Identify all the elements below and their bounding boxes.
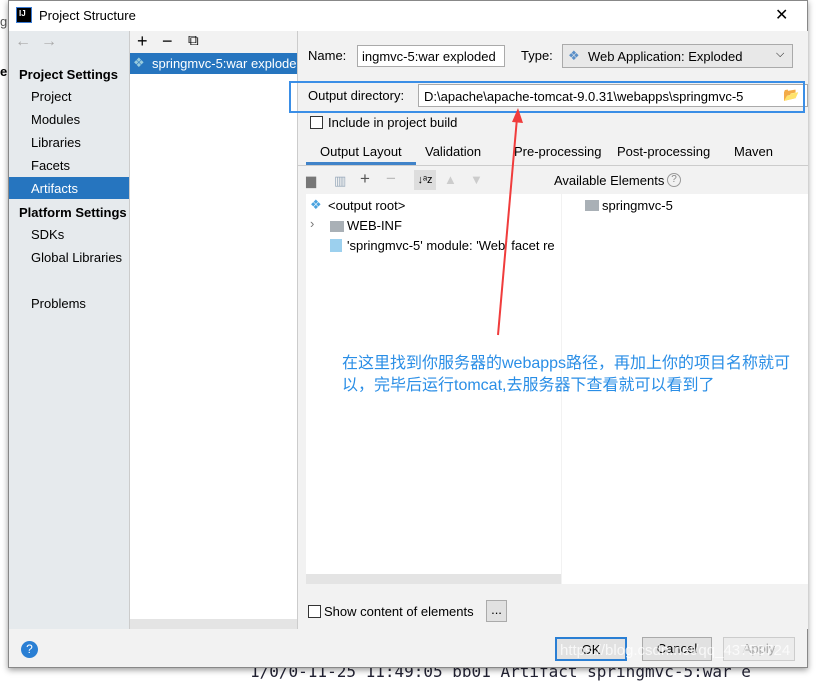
- annotation-text: 在这里找到你服务器的webapps路径，再加上你的项目名称就可以，完毕后运行to…: [342, 355, 791, 394]
- watermark: https://blog.csdn.net/qq_43753724: [560, 642, 791, 659]
- annotation-arrow-line: [497, 117, 518, 336]
- annotation-arrow-head: [512, 108, 523, 123]
- annotation-arrow: [497, 108, 523, 336]
